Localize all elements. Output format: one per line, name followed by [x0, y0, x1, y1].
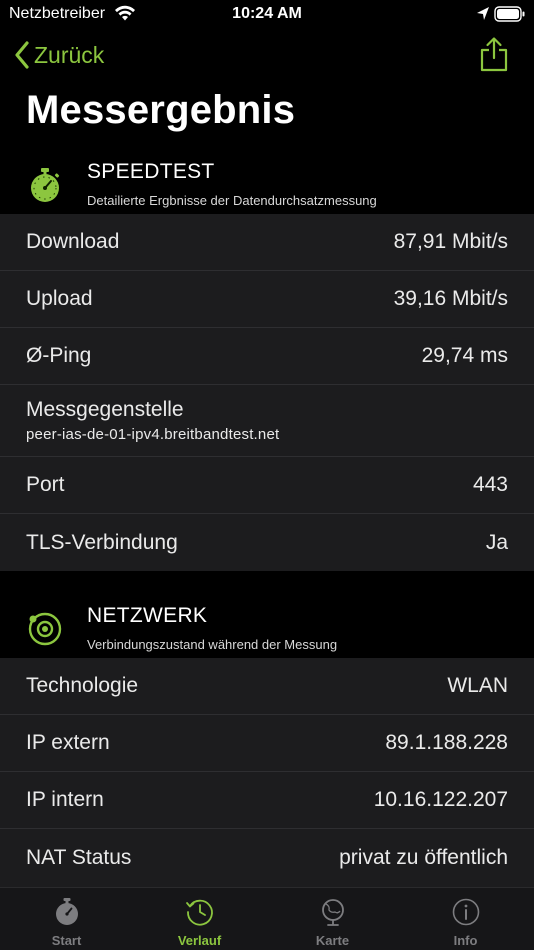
section-title: NETZWERK [87, 604, 208, 627]
row-label: Ø-Ping [26, 344, 92, 367]
row-label: Download [26, 230, 120, 253]
tab-label: Karte [315, 933, 350, 948]
status-bar: Netzbetreiber 10:24 AM [0, 0, 534, 30]
tab-label: Info [453, 933, 478, 948]
speedtest-table: Download 87,91 Mbit/s Upload 39,16 Mbit/… [0, 214, 534, 571]
speedtest-section-header: SPEEDTEST Detailierte Ergbnisse der Date… [0, 160, 534, 218]
battery-icon [494, 6, 525, 22]
row-value: 443 [472, 473, 508, 496]
history-icon [185, 899, 213, 926]
table-row: IP intern 10.16.122.207 [0, 772, 534, 829]
table-row: Messgegenstelle peer-ias-de-01-ipv4.brei… [0, 385, 534, 457]
row-value: 87,91 Mbit/s [393, 230, 508, 253]
row-label: NAT Status [26, 846, 132, 869]
chevron-left-icon [15, 41, 29, 69]
tab-karte[interactable]: Karte [266, 888, 399, 950]
table-row: Port 443 [0, 457, 534, 514]
row-label: Port [26, 473, 65, 496]
row-label: IP intern [26, 788, 104, 811]
table-row: Technologie WLAN [0, 658, 534, 715]
tab-bar: Start Verlauf Karte Info [0, 887, 534, 950]
row-label: Messgegenstelle [26, 398, 184, 421]
table-row: TLS-Verbindung Ja [0, 514, 534, 571]
row-value: 10.16.122.207 [373, 788, 508, 811]
network-section-header: NETZWERK Verbindungszustand während der … [0, 604, 534, 662]
share-icon[interactable] [478, 36, 510, 72]
tab-label: Verlauf [177, 933, 222, 948]
stopwatch-icon [31, 168, 60, 202]
section-title: SPEEDTEST [87, 160, 215, 183]
globe-icon [321, 899, 344, 926]
back-button[interactable]: Zurück [14, 38, 104, 72]
row-value: peer-ias-de-01-ipv4.breitbandtest.net [26, 426, 280, 443]
row-label: Upload [26, 287, 93, 310]
network-orbit-icon [28, 612, 62, 646]
status-time: 10:24 AM [232, 5, 302, 22]
table-row: IP extern 89.1.188.228 [0, 715, 534, 772]
table-row: Upload 39,16 Mbit/s [0, 271, 534, 328]
row-label: Technologie [26, 674, 139, 697]
tab-info[interactable]: Info [399, 888, 532, 950]
row-value: Ja [485, 530, 508, 554]
tab-start[interactable]: Start [0, 888, 133, 950]
table-row: NAT Status privat zu öffentlich [0, 829, 534, 887]
navigation-bar: Zurück [0, 30, 534, 80]
info-icon [452, 898, 479, 926]
table-row: Ø-Ping 29,74 ms [0, 328, 534, 385]
section-subtitle: Detailierte Ergbnisse der Datendurchsatz… [87, 193, 377, 208]
row-value: privat zu öffentlich [339, 846, 508, 869]
section-subtitle: Verbindungszustand während der Messung [87, 637, 338, 652]
tab-verlauf[interactable]: Verlauf [133, 888, 266, 950]
row-value: 39,16 Mbit/s [393, 287, 508, 310]
back-button-label: Zurück [34, 41, 105, 68]
stopwatch-icon [55, 898, 78, 925]
row-label: TLS-Verbindung [26, 530, 178, 554]
page-title: Messergebnis [26, 88, 296, 132]
row-label: IP extern [26, 731, 110, 754]
network-table: Technologie WLAN IP extern 89.1.188.228 … [0, 658, 534, 887]
row-value: 29,74 ms [421, 344, 508, 367]
location-arrow-icon [477, 7, 489, 20]
row-value: WLAN [447, 674, 508, 697]
tab-label: Start [51, 933, 82, 948]
row-value: 89.1.188.228 [385, 731, 508, 754]
table-row: Download 87,91 Mbit/s [0, 214, 534, 271]
